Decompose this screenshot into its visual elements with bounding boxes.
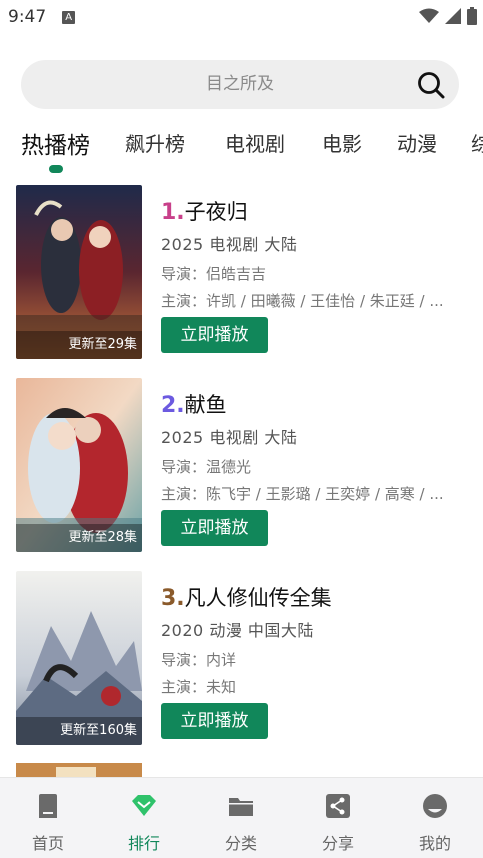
notification-icon: A bbox=[62, 10, 76, 24]
item-title[interactable]: 2.献鱼 bbox=[161, 389, 227, 419]
update-status: 更新至160集 bbox=[16, 717, 142, 745]
update-status: 更新至28集 bbox=[16, 524, 142, 552]
category-tabs: 热播榜 飙升榜 电视剧 电影 动漫 综 bbox=[0, 120, 483, 178]
wifi-icon bbox=[419, 8, 439, 23]
region: 大陆 bbox=[264, 235, 298, 254]
cast: 主演：陈飞宇 / 王影璐 / 王奕婷 / 高寒 / ... bbox=[161, 485, 444, 503]
genre: 电视剧 bbox=[209, 235, 259, 254]
item-meta: 2025 电视剧 大陆 bbox=[161, 231, 297, 255]
share-icon bbox=[326, 794, 350, 818]
year: 2025 bbox=[161, 428, 204, 447]
rank-number: 1. bbox=[161, 200, 185, 225]
item-title[interactable]: 1.子夜归 bbox=[161, 196, 248, 226]
nav-ranking[interactable]: 排行 bbox=[96, 778, 192, 858]
rank-number: 3. bbox=[161, 586, 185, 611]
region: 中国大陆 bbox=[247, 621, 314, 640]
genre: 动漫 bbox=[209, 621, 243, 640]
status-bar: 9:47 A bbox=[0, 0, 483, 34]
rank-number: 2. bbox=[161, 393, 185, 418]
search-bar[interactable]: 目之所及 bbox=[21, 60, 459, 109]
title-text: 凡人修仙传全集 bbox=[184, 586, 332, 610]
poster-image[interactable]: 更新至28集 bbox=[16, 378, 142, 552]
bottom-navigation: 首页 排行 分类 分享 我的 bbox=[0, 777, 483, 858]
tab-rising[interactable]: 飙升榜 bbox=[125, 128, 185, 157]
region: 大陆 bbox=[264, 428, 298, 447]
poster-image[interactable]: 更新至160集 bbox=[16, 571, 142, 745]
profile-icon bbox=[423, 794, 447, 818]
list-item: 更新至29集 1.子夜归 2025 电视剧 大陆 导演：侣皓吉吉 主演：许凯 /… bbox=[0, 185, 483, 360]
director: 导演：内详 bbox=[161, 651, 237, 669]
title-text: 献鱼 bbox=[184, 393, 227, 417]
nav-label: 排行 bbox=[127, 834, 160, 853]
nav-share[interactable]: 分享 bbox=[290, 778, 386, 858]
genre: 电视剧 bbox=[209, 428, 259, 447]
director: 导演：温德光 bbox=[161, 458, 252, 476]
nav-label: 我的 bbox=[418, 834, 451, 853]
battery-icon bbox=[467, 7, 477, 25]
nav-label: 分享 bbox=[321, 834, 354, 853]
poster-image[interactable]: 更新至29集 bbox=[16, 185, 142, 359]
folder-icon bbox=[229, 798, 253, 816]
home-icon bbox=[39, 794, 57, 818]
nav-home[interactable]: 首页 bbox=[0, 778, 96, 858]
nav-profile[interactable]: 我的 bbox=[387, 778, 483, 858]
nav-label: 首页 bbox=[31, 834, 64, 853]
year: 2025 bbox=[161, 235, 204, 254]
status-time: 9:47 bbox=[8, 7, 47, 27]
signal-icon bbox=[445, 8, 461, 24]
active-tab-indicator bbox=[49, 165, 63, 173]
update-status: 更新至29集 bbox=[16, 331, 142, 359]
nav-label: 分类 bbox=[224, 834, 257, 853]
status-icons bbox=[419, 7, 477, 25]
director: 导演：侣皓吉吉 bbox=[161, 265, 267, 283]
cast: 主演：未知 bbox=[161, 678, 237, 696]
item-meta: 2025 电视剧 大陆 bbox=[161, 424, 297, 448]
tab-tv-series[interactable]: 电视剧 bbox=[225, 128, 285, 157]
search-placeholder[interactable]: 目之所及 bbox=[21, 60, 459, 109]
title-text: 子夜归 bbox=[184, 200, 248, 224]
rank-diamond-icon bbox=[132, 795, 156, 816]
tab-anime[interactable]: 动漫 bbox=[397, 128, 437, 157]
item-meta: 2020 动漫 中国大陆 bbox=[161, 617, 314, 641]
year: 2020 bbox=[161, 621, 204, 640]
search-icon[interactable] bbox=[417, 71, 445, 99]
play-now-button[interactable]: 立即播放 bbox=[161, 703, 268, 739]
tab-movie[interactable]: 电影 bbox=[322, 128, 362, 157]
nav-category[interactable]: 分类 bbox=[193, 778, 289, 858]
play-now-button[interactable]: 立即播放 bbox=[161, 317, 268, 353]
list-item: 更新至28集 2.献鱼 2025 电视剧 大陆 导演：温德光 主演：陈飞宇 / … bbox=[0, 378, 483, 553]
play-now-button[interactable]: 立即播放 bbox=[161, 510, 268, 546]
tab-hot[interactable]: 热播榜 bbox=[21, 126, 90, 160]
cast: 主演：许凯 / 田曦薇 / 王佳怡 / 朱正廷 / ... bbox=[161, 292, 444, 310]
item-title[interactable]: 3.凡人修仙传全集 bbox=[161, 582, 332, 612]
list-item: 更新至160集 3.凡人修仙传全集 2020 动漫 中国大陆 导演：内详 主演：… bbox=[0, 571, 483, 746]
tab-variety[interactable]: 综 bbox=[471, 128, 483, 157]
